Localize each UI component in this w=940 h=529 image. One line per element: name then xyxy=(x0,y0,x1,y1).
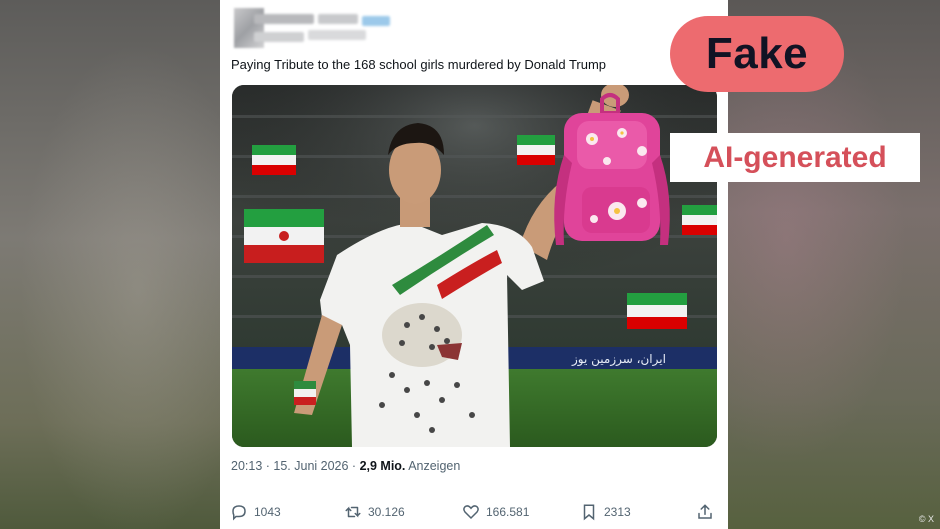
ai-generated-label: AI-generated xyxy=(670,133,920,182)
ad-board-text: ایران، سرزمین یوز xyxy=(571,352,666,367)
share-button[interactable] xyxy=(696,503,714,521)
tweet-text: Paying Tribute to the 168 school girls m… xyxy=(231,57,607,72)
author-header-blurred xyxy=(234,8,409,48)
bookmark-icon xyxy=(583,504,595,521)
tweet-meta: 20:13 · 15. Juni 2026 · 2,9 Mio. Anzeige… xyxy=(231,459,460,473)
bookmark-count: 2313 xyxy=(604,505,631,519)
retweet-count: 30.126 xyxy=(368,505,405,519)
background-blur-left xyxy=(0,0,230,529)
bookmark-button[interactable]: 2313 xyxy=(580,503,631,521)
reply-icon xyxy=(232,505,246,521)
flag-left-big xyxy=(244,209,324,263)
view-count: 2,9 Mio. xyxy=(359,459,406,473)
share-icon xyxy=(698,504,712,519)
fake-badge: Fake xyxy=(670,16,844,92)
pink-backpack xyxy=(554,93,670,245)
timestamp: 20:13 · 15. Juni 2026 · xyxy=(231,459,360,473)
flag-far-right xyxy=(682,205,717,235)
like-button[interactable]: 166.581 xyxy=(462,503,529,521)
flag-right xyxy=(627,293,687,329)
flag-left-top xyxy=(252,145,296,175)
tweet-image[interactable]: ایران، سرزمین یوز xyxy=(232,85,717,447)
flag-center xyxy=(517,135,555,165)
reply-button[interactable]: 1043 xyxy=(230,503,281,521)
tweet-card: Paying Tribute to the 168 school girls m… xyxy=(220,0,728,529)
image-credit: © X xyxy=(918,514,934,524)
reply-count: 1043 xyxy=(254,505,281,519)
retweet-button[interactable]: 30.126 xyxy=(344,503,405,521)
ai-image-illustration: ایران، سرزمین یوز xyxy=(232,85,717,447)
tweet-actions: 1043 30.126 166.581 2313 xyxy=(230,503,718,525)
like-count: 166.581 xyxy=(486,505,530,519)
views-label: Anzeigen xyxy=(405,459,461,473)
heart-icon xyxy=(463,505,479,520)
retweet-icon xyxy=(345,506,361,518)
